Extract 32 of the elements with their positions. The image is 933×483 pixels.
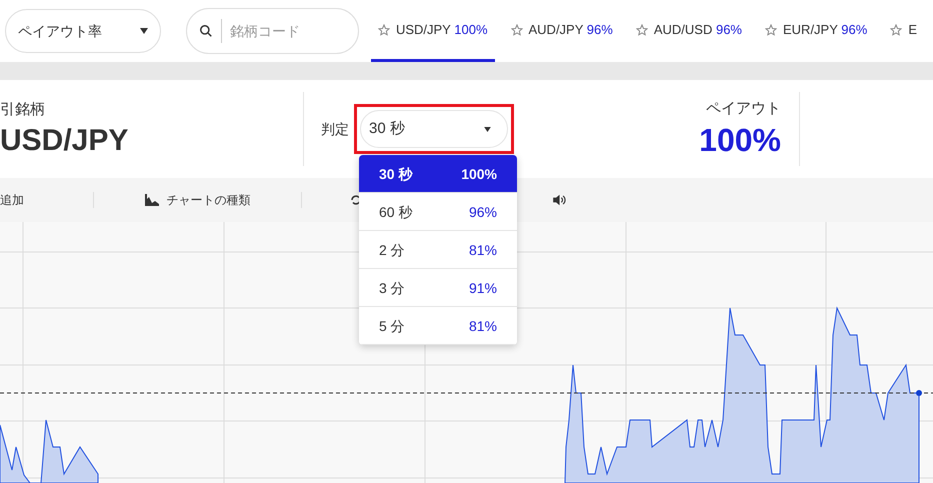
- search-input[interactable]: 銘柄コード: [230, 21, 330, 41]
- expiry-dropdown[interactable]: 30 秒: [360, 110, 508, 148]
- currency-tab[interactable]: E: [883, 0, 924, 62]
- payout-filter-dropdown[interactable]: ペイアウト率: [5, 9, 162, 53]
- instrument-label: 引銘柄: [0, 100, 46, 120]
- expiry-option[interactable]: 3 分 91%: [359, 269, 517, 307]
- star-icon[interactable]: [510, 24, 522, 36]
- star-icon[interactable]: [378, 24, 390, 36]
- star-icon[interactable]: [636, 24, 648, 36]
- expiry-option[interactable]: 60 秒 96%: [359, 193, 517, 231]
- expiry-option[interactable]: 2 分 81%: [359, 231, 517, 269]
- chart-type-button[interactable]: チャートの種類: [94, 192, 302, 208]
- currency-tab[interactable]: EUR/JPY 96%: [758, 0, 874, 62]
- expiry-option[interactable]: 5 分 81%: [359, 307, 517, 345]
- star-icon[interactable]: [890, 24, 902, 36]
- area-chart-icon: [144, 194, 158, 206]
- expiry-label: 判定: [321, 120, 349, 139]
- caret-icon: [484, 126, 491, 132]
- current-price-dot: [916, 390, 922, 396]
- star-icon[interactable]: [765, 24, 777, 36]
- speaker-icon[interactable]: [552, 194, 566, 206]
- expiry-option[interactable]: 30 秒 100%: [359, 155, 517, 193]
- search-icon: [199, 24, 214, 38]
- instrument-value: USD/JPY: [0, 122, 130, 158]
- payout-value: 100%: [699, 121, 781, 160]
- currency-tab[interactable]: AUD/USD 96%: [628, 0, 749, 62]
- refresh-icon[interactable]: [350, 193, 362, 207]
- search-field[interactable]: 銘柄コード: [186, 8, 359, 54]
- payout-label: ペイアウト: [706, 98, 781, 119]
- caret-icon: [140, 28, 148, 34]
- toolbar-label[interactable]: 追加: [0, 192, 94, 208]
- currency-tab[interactable]: AUD/JPY 96%: [504, 0, 620, 62]
